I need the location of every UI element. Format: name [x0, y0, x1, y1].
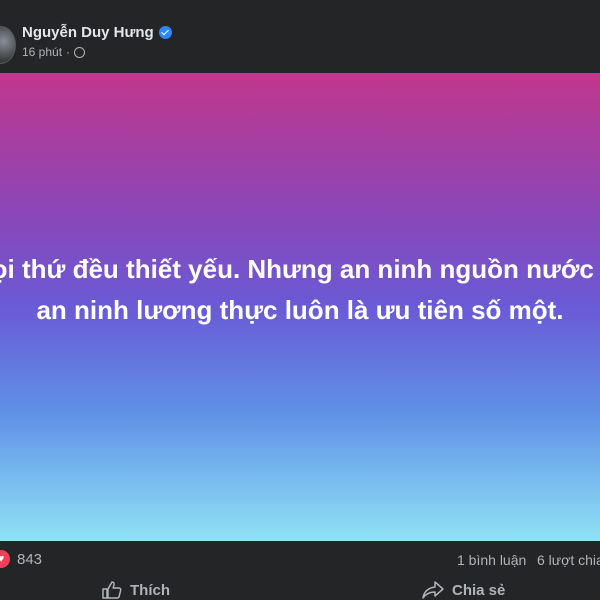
more-options-icon[interactable]: ⋮: [596, 22, 600, 40]
post-stats: ♥ 843 1 bình luận 6 lượt chia: [0, 541, 600, 577]
heart-icon[interactable]: ♥: [0, 550, 10, 568]
post-text: Mọi thứ đều thiết yếu. Nhưng an ninh ngu…: [0, 254, 600, 325]
post-meta: 16 phút ·: [22, 45, 86, 59]
author-name-row: Nguyễn Duy Hưng: [22, 24, 172, 41]
post-background: Mọi thứ đều thiết yếu. Nhưng an ninh ngu…: [0, 73, 600, 541]
comment-count[interactable]: 1 bình luận: [457, 552, 526, 568]
share-button[interactable]: Chia sẻ: [422, 581, 505, 599]
thumbs-up-icon: [102, 581, 122, 599]
post-actions: Thích Chia sẻ: [0, 577, 600, 600]
like-button[interactable]: Thích: [102, 581, 170, 599]
verified-badge-icon: [158, 26, 172, 39]
avatar[interactable]: [0, 26, 16, 64]
share-label: Chia sẻ: [452, 581, 506, 599]
reaction-count[interactable]: 843: [17, 551, 42, 568]
post-header: Nguyễn Duy Hưng 16 phút · ⋮: [0, 0, 600, 72]
globe-icon: [74, 46, 86, 58]
like-label: Thích: [130, 581, 170, 599]
meta-separator: ·: [66, 45, 71, 59]
share-count[interactable]: 6 lượt chia: [537, 552, 600, 568]
post-time[interactable]: 16 phút: [22, 45, 62, 59]
author-name[interactable]: Nguyễn Duy Hưng: [22, 24, 154, 41]
share-arrow-icon: [422, 581, 444, 599]
